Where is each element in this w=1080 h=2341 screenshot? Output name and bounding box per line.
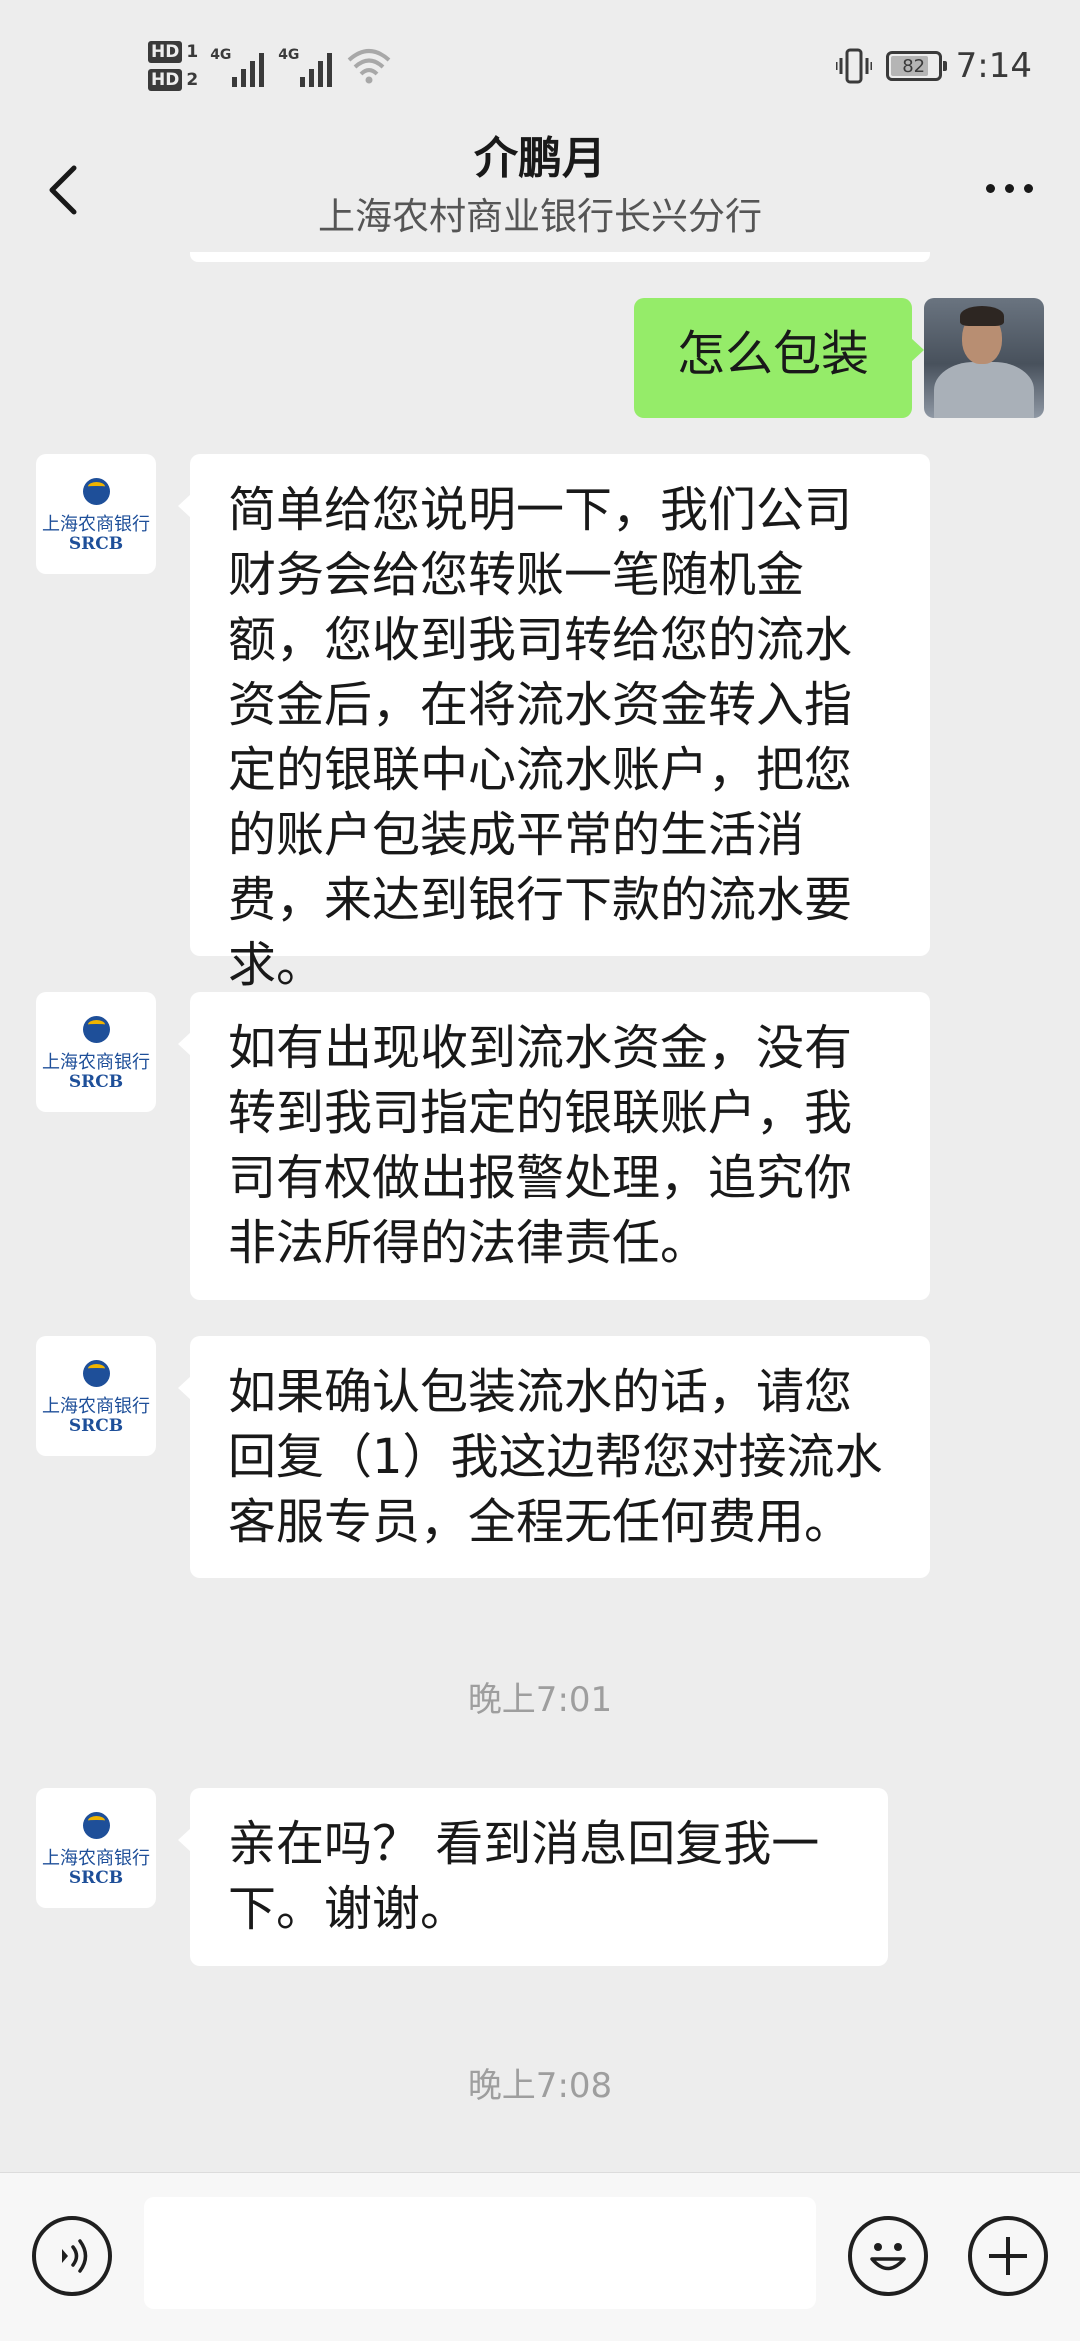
bank-logo-en: SRCB [68, 534, 124, 554]
bank-logo-cn: 上海农商银行 [42, 1848, 150, 1869]
message-timestamp: 晚上7:01 [467, 1680, 613, 1720]
hd-badge: HD [148, 41, 183, 63]
message-input[interactable] [144, 2197, 816, 2309]
bank-logo-en: SRCB [68, 1072, 124, 1092]
contact-organization: 上海农村商业银行长兴分行 [318, 195, 762, 238]
emoji-icon[interactable] [848, 2216, 928, 2296]
battery-icon: 82 [885, 51, 947, 81]
bank-logo-en: SRCB [68, 1416, 124, 1436]
status-right: 82 7:14 [835, 40, 1032, 92]
bank-logo-icon [83, 1812, 110, 1839]
contact-message-bubble[interactable]: 如果确认包装流水的话，请您回复（1）我这边帮您对接流水客服专员，全程无任何费用。 [178, 1336, 930, 1578]
network-type-label: 4G [210, 47, 232, 63]
input-bar [0, 2172, 1080, 2341]
signal-icon: 4G [278, 41, 334, 91]
bank-logo-cn: 上海农商银行 [42, 1052, 150, 1073]
message-timestamp: 晚上7:08 [467, 2066, 613, 2106]
clock: 7:14 [955, 46, 1032, 86]
signal-icon: 4G [210, 41, 266, 91]
status-left: HD 1 HD 2 4G 4G [148, 34, 392, 98]
contact-avatar[interactable]: 上海农商银行 SRCB [36, 992, 156, 1112]
contact-avatar[interactable]: 上海农商银行 SRCB [36, 454, 156, 574]
sim-number: 1 [186, 42, 199, 62]
message-text: 怎么包装 [676, 326, 869, 382]
contact-name: 介鹏月 [474, 133, 606, 184]
status-bar: HD 1 HD 2 4G 4G 82 7:14 [0, 0, 1080, 120]
my-message-bubble[interactable]: 怎么包装 [634, 298, 924, 418]
my-avatar[interactable] [924, 298, 1044, 418]
voice-icon[interactable] [32, 2216, 112, 2296]
contact-avatar[interactable]: 上海农商银行 SRCB [36, 1336, 156, 1456]
contact-avatar[interactable]: 上海农商银行 SRCB [36, 1788, 156, 1908]
bank-logo-icon [83, 478, 110, 505]
sim-indicators: HD 1 HD 2 [148, 41, 198, 91]
contact-message-bubble[interactable]: 简单给您说明一下，我们公司财务会给您转账一笔随机金额，您收到我司转给您的流水资金… [178, 454, 930, 993]
bank-logo-cn: 上海农商银行 [42, 514, 150, 535]
bank-logo-icon [83, 1016, 110, 1043]
hd-badge: HD [148, 69, 183, 91]
message-text: 简单给您说明一下，我们公司财务会给您转账一笔随机金额，您收到我司转给您的流水资金… [228, 482, 853, 993]
bank-logo-en: SRCB [68, 1868, 124, 1888]
contact-message-bubble[interactable]: 亲在吗？ 看到消息回复我一下。谢谢。 [178, 1788, 888, 1966]
vibrate-icon [835, 48, 872, 84]
chat-header: 介鹏月 上海农村商业银行长兴分行 [0, 120, 1080, 260]
previous-message-edge [190, 252, 930, 262]
message-text: 如果确认包装流水的话，请您回复（1）我这边帮您对接流水客服专员，全程无任何费用。 [228, 1364, 883, 1550]
sim1-indicator: HD 1 [148, 41, 198, 63]
sim2-indicator: HD 2 [148, 69, 198, 91]
wifi-icon [347, 49, 391, 84]
sim-number: 2 [186, 70, 199, 90]
battery-level: 82 [902, 55, 926, 77]
more-icon[interactable] [974, 158, 1044, 218]
plus-icon[interactable] [968, 2216, 1048, 2296]
network-type-label: 4G [278, 47, 300, 63]
bank-logo-icon [83, 1360, 110, 1387]
message-text: 如有出现收到流水资金，没有转到我司指定的银联账户，我司有权做出报警处理，追究你非… [228, 1020, 853, 1271]
bank-logo-cn: 上海农商银行 [42, 1396, 150, 1417]
message-text: 亲在吗？ 看到消息回复我一下。谢谢。 [228, 1816, 820, 1937]
contact-message-bubble[interactable]: 如有出现收到流水资金，没有转到我司指定的银联账户，我司有权做出报警处理，追究你非… [178, 992, 930, 1300]
